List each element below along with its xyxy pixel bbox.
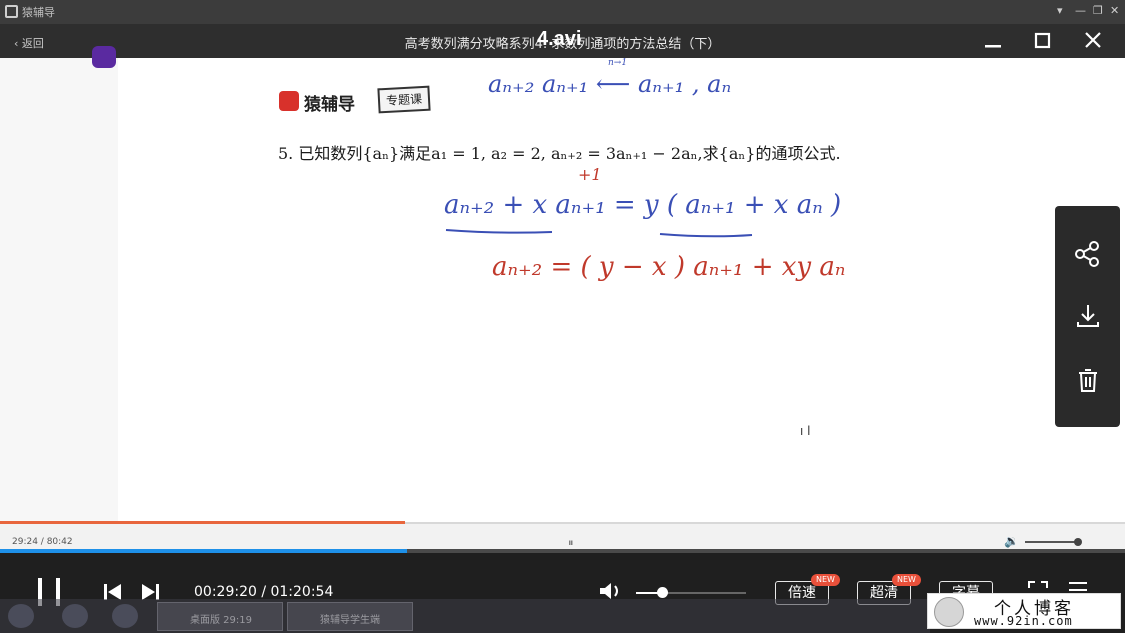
download-button[interactable] <box>1055 286 1120 346</box>
download-icon <box>1076 305 1099 327</box>
volume-knob[interactable] <box>657 587 668 598</box>
lesson-brand: 猿辅导 <box>304 95 355 115</box>
purple-sticker <box>92 46 116 68</box>
minimize-icon[interactable] <box>984 28 1002 61</box>
handwriting-underline <box>445 229 753 238</box>
watermark-url: www.92in.com <box>974 614 1073 628</box>
inner-volume-track <box>1025 541 1077 543</box>
maximize-icon[interactable] <box>1034 28 1052 61</box>
video-filename-overlay: 4.avi <box>537 28 582 50</box>
outer-restore-icon[interactable]: ❐ <box>1093 4 1103 17</box>
browser-icon[interactable] <box>112 604 138 628</box>
app-logo-icon <box>5 5 18 18</box>
inner-pause-icon: ⏸ <box>568 536 574 549</box>
time-display: 00:29:20 / 01:20:54 <box>194 584 334 600</box>
trash-icon <box>1078 369 1097 392</box>
player-header: ‹ 返回 高考数列满分攻略系列4: 求数列通项的方法总结（下） 4.avi <box>0 24 1125 58</box>
start-menu-icon[interactable] <box>8 604 34 628</box>
handwriting-red-mark: +1 <box>578 165 602 184</box>
outer-window-title: 猿辅导 <box>22 6 55 19</box>
side-action-panel <box>1055 206 1120 427</box>
video-frame[interactable] <box>0 58 1125 524</box>
stray-mark: ı l <box>800 424 811 438</box>
handwriting-top-small-note: n→1 <box>608 58 628 68</box>
watermark-avatar <box>934 597 964 627</box>
delete-button[interactable] <box>1055 350 1120 410</box>
inner-volume-icon: 🔉 <box>1004 534 1019 548</box>
taskbar-item-player[interactable]: 桌面版 29:19 <box>157 602 283 631</box>
problem-statement: 5. 已知数列{aₙ}满足a₁ = 1, a₂ = 2, aₙ₊₂ = 3aₙ₊… <box>278 144 841 163</box>
share-button[interactable] <box>1055 224 1120 284</box>
outer-titlebar <box>0 0 1125 24</box>
close-icon[interactable] <box>1084 28 1102 61</box>
lesson-badge: 专题课 <box>377 85 431 114</box>
video-left-margin <box>0 58 118 524</box>
handwriting-equation-2: aₙ₊₂ = ( y − x ) aₙ₊₁ + xy aₙ <box>492 252 846 282</box>
outer-minimize-icon[interactable]: — <box>1075 4 1086 17</box>
handwriting-top-note: aₙ₊₂ aₙ₊₁ ⟵ aₙ₊₁ , aₙ <box>488 70 732 98</box>
taskbar-overlay <box>0 599 930 633</box>
quality-new-badge: NEW <box>892 574 921 586</box>
inner-time-label: 29:24 / 80:42 <box>12 537 73 547</box>
inner-volume-knob <box>1074 538 1082 546</box>
share-icon <box>1074 241 1099 267</box>
speed-new-badge: NEW <box>811 574 840 586</box>
chat-app-icon[interactable] <box>62 604 88 628</box>
brand-logo-icon <box>279 91 299 111</box>
outer-dropdown-icon[interactable]: ▾ <box>1057 4 1063 17</box>
outer-close-icon[interactable]: ✕ <box>1110 4 1119 17</box>
taskbar-item-student-app[interactable]: 猿辅导学生端 <box>287 602 413 631</box>
handwriting-equation-1: aₙ₊₂ + x aₙ₊₁ = y ( aₙ₊₁ + x aₙ ) <box>444 190 842 220</box>
blog-watermark: 个人博客 www.92in.com <box>927 593 1121 629</box>
